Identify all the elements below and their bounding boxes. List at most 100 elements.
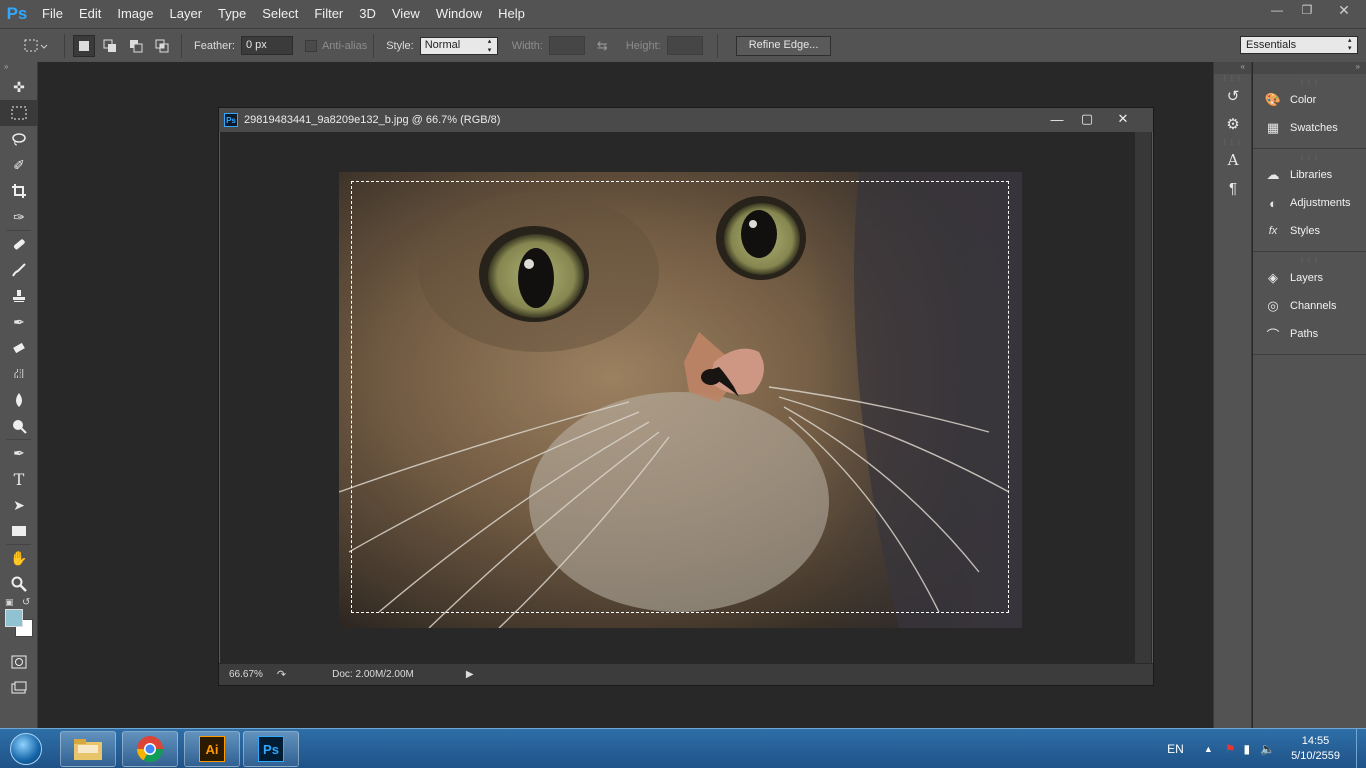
- panel-group-color: ⋮⋮⋮ 🎨 Color ▦ Swatches: [1253, 74, 1366, 149]
- properties-icon[interactable]: ⚙: [1214, 110, 1252, 138]
- brush-tool-icon[interactable]: [0, 257, 38, 283]
- cat-photo[interactable]: [339, 172, 1022, 628]
- vertical-scrollbar[interactable]: [1135, 132, 1151, 664]
- status-menu-arrow-icon[interactable]: ▶: [466, 669, 474, 680]
- menu-layer[interactable]: Layer: [162, 0, 211, 28]
- minimize-icon[interactable]: —: [1262, 0, 1292, 20]
- menu-3d[interactable]: 3D: [351, 0, 384, 28]
- new-selection-button[interactable]: [73, 34, 95, 57]
- volume-icon[interactable]: 🔈: [1260, 742, 1275, 756]
- feather-input[interactable]: 0 px: [240, 36, 293, 55]
- paint-bucket-tool-icon[interactable]: ⛜: [0, 361, 38, 387]
- style-select[interactable]: Normal: [419, 36, 498, 55]
- character-icon[interactable]: A: [1214, 146, 1252, 174]
- panel-channels[interactable]: ◎ Channels: [1253, 292, 1366, 320]
- healing-brush-tool-icon[interactable]: [0, 231, 38, 257]
- panel-styles[interactable]: fx Styles: [1253, 217, 1366, 245]
- canvas-area[interactable]: [221, 132, 1135, 664]
- type-tool-icon[interactable]: T: [0, 466, 38, 492]
- lasso-tool-icon[interactable]: [0, 126, 38, 152]
- tool-preset-picker[interactable]: [12, 33, 58, 59]
- pen-tool-icon[interactable]: ✒: [0, 440, 38, 466]
- history-icon[interactable]: ↺: [1214, 82, 1252, 110]
- menu-edit[interactable]: Edit: [71, 0, 109, 28]
- close-icon[interactable]: ✕: [1322, 0, 1366, 20]
- add-selection-button[interactable]: [99, 35, 121, 57]
- default-colors-icon[interactable]: ▣: [5, 597, 14, 608]
- menu-type[interactable]: Type: [210, 0, 254, 28]
- refine-edge-button[interactable]: Refine Edge...: [735, 35, 832, 56]
- subtract-selection-button[interactable]: [125, 35, 147, 57]
- menu-window[interactable]: Window: [428, 0, 490, 28]
- blur-tool-icon[interactable]: [0, 387, 38, 413]
- swap-dimensions-icon[interactable]: ⇆: [597, 38, 608, 54]
- eraser-tool-icon[interactable]: [0, 335, 38, 361]
- network-icon[interactable]: ▮: [1244, 742, 1251, 756]
- share-icon[interactable]: ↷: [277, 668, 286, 681]
- doc-close-icon[interactable]: ✕: [1109, 110, 1137, 128]
- panel-color[interactable]: 🎨 Color: [1253, 86, 1366, 114]
- taskbar-chrome[interactable]: [122, 731, 178, 767]
- show-hidden-icons-icon[interactable]: ▲: [1204, 744, 1213, 754]
- panel-libraries[interactable]: ☁ Libraries: [1253, 161, 1366, 189]
- windows-taskbar: Ai Ps EN ▲ ⚑ ▮ 🔈 14:55 5/10/2559: [0, 728, 1366, 768]
- chrome-icon: [136, 736, 164, 763]
- width-input[interactable]: [548, 36, 585, 55]
- subtract-selection-icon: [130, 39, 143, 52]
- restore-icon[interactable]: ❐: [1292, 0, 1322, 20]
- taskbar-illustrator[interactable]: Ai: [184, 731, 240, 767]
- doc-maximize-icon[interactable]: ▢: [1073, 110, 1101, 128]
- menu-filter[interactable]: Filter: [306, 0, 351, 28]
- collapse-icon[interactable]: «: [1214, 62, 1251, 74]
- panel-label: Styles: [1290, 225, 1320, 237]
- taskbar-file-explorer[interactable]: [60, 731, 116, 767]
- clock[interactable]: 14:55 5/10/2559: [1291, 734, 1340, 764]
- doc-minimize-icon[interactable]: —: [1043, 110, 1071, 128]
- intersect-selection-button[interactable]: [151, 35, 173, 57]
- quick-selection-tool-icon[interactable]: ✐: [0, 152, 38, 178]
- path-selection-tool-icon[interactable]: ➤: [0, 492, 38, 518]
- collapse-icon[interactable]: »: [1253, 62, 1366, 74]
- menu-image[interactable]: Image: [109, 0, 161, 28]
- history-brush-tool-icon[interactable]: ✒: [0, 309, 38, 335]
- panel-layers[interactable]: ◈ Layers: [1253, 264, 1366, 292]
- panel-adjustments[interactable]: ◐ Adjustments: [1253, 189, 1366, 217]
- swap-colors-icon[interactable]: ↺: [22, 597, 30, 608]
- screen-mode-icon[interactable]: [0, 675, 38, 701]
- show-desktop-button[interactable]: [1356, 729, 1366, 768]
- language-indicator[interactable]: EN: [1167, 742, 1184, 756]
- options-bar: Feather: 0 px Anti-alias Style: Normal W…: [0, 28, 1366, 62]
- panel-paths[interactable]: ⌒ Paths: [1253, 320, 1366, 348]
- grid-icon: ▦: [1266, 120, 1280, 135]
- antialias-checkbox[interactable]: [304, 39, 317, 52]
- dodge-tool-icon[interactable]: [0, 413, 38, 439]
- foreground-color-swatch[interactable]: [5, 609, 23, 627]
- start-button[interactable]: [4, 731, 48, 767]
- panel-swatches[interactable]: ▦ Swatches: [1253, 114, 1366, 142]
- menu-help[interactable]: Help: [490, 0, 533, 28]
- rectangular-marquee-tool-icon[interactable]: [0, 100, 38, 126]
- eyedropper-tool-icon[interactable]: ✑: [0, 204, 38, 230]
- menu-file[interactable]: File: [34, 0, 71, 28]
- separator: [716, 33, 718, 58]
- paragraph-icon[interactable]: ¶: [1214, 174, 1252, 202]
- menu-view[interactable]: View: [384, 0, 428, 28]
- system-tray: EN ▲ ⚑ ▮ 🔈 14:55 5/10/2559: [1167, 729, 1366, 768]
- rectangle-tool-icon[interactable]: [0, 518, 38, 544]
- move-tool-icon[interactable]: ✜: [0, 74, 38, 100]
- crop-tool-icon[interactable]: [0, 178, 38, 204]
- workspace-select[interactable]: Essentials: [1240, 36, 1358, 54]
- height-input[interactable]: [666, 36, 703, 55]
- taskbar-photoshop[interactable]: Ps: [243, 731, 299, 767]
- zoom-level[interactable]: 66.67%: [229, 669, 263, 680]
- document-title: 29819483441_9a8209e132_b.jpg @ 66.7% (RG…: [244, 114, 501, 126]
- menu-select[interactable]: Select: [254, 0, 306, 28]
- document-title-bar[interactable]: Ps 29819483441_9a8209e132_b.jpg @ 66.7% …: [219, 108, 1153, 132]
- quick-mask-icon[interactable]: [0, 649, 38, 675]
- zoom-tool-icon[interactable]: [0, 571, 38, 597]
- hand-tool-icon[interactable]: ✋: [0, 545, 38, 571]
- height-label: Height:: [625, 39, 661, 52]
- collapse-icon[interactable]: »: [0, 62, 37, 74]
- clone-stamp-tool-icon[interactable]: [0, 283, 38, 309]
- action-center-icon[interactable]: ⚑: [1225, 742, 1236, 756]
